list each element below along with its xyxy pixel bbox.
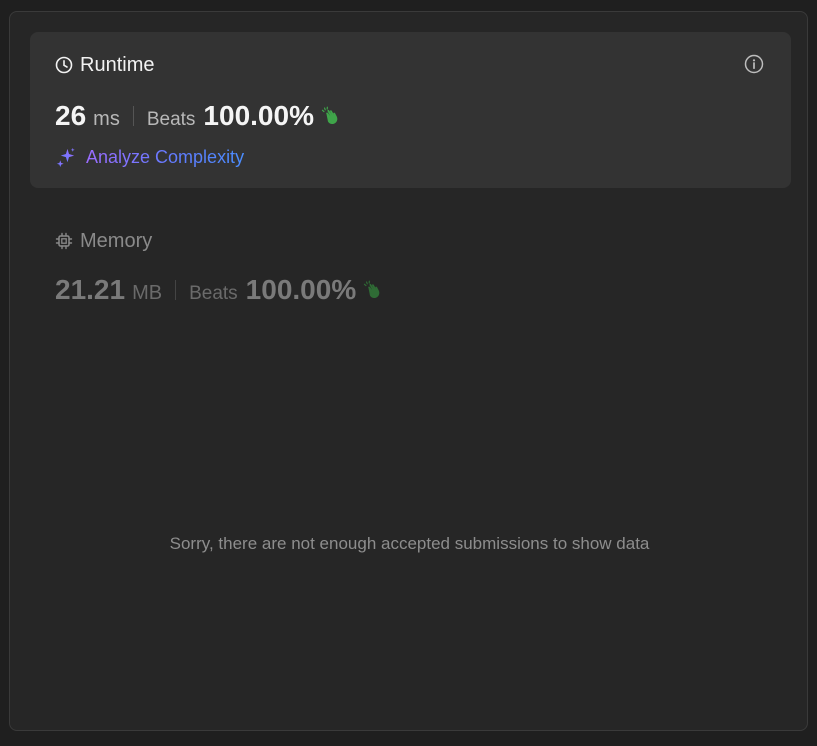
memory-beats-value: 100.00% — [245, 274, 357, 305]
runtime-header: Runtime — [55, 53, 154, 77]
submission-stats-panel: Runtime 26 ms Beats 100.00% Analyze Comp… — [9, 11, 808, 731]
chip-icon — [55, 232, 73, 250]
analyze-complexity-label: Analyze Complexity — [86, 147, 245, 167]
memory-unit: MB — [132, 282, 163, 304]
info-icon[interactable] — [744, 54, 764, 74]
memory-metric-row: 21.21 MB Beats 100.00% — [55, 274, 385, 306]
metric-divider — [132, 106, 134, 126]
runtime-card[interactable]: Runtime 26 ms Beats 100.00% Analyze Comp… — [30, 32, 791, 188]
runtime-metric-row: 26 ms Beats 100.00% — [55, 100, 343, 132]
memory-title: Memory — [80, 230, 153, 252]
sparkle-icon — [56, 147, 75, 168]
runtime-beats-label: Beats — [146, 109, 196, 130]
memory-card[interactable]: Memory 21.21 MB Beats 100.00% — [30, 208, 791, 318]
runtime-value: 26 — [55, 100, 87, 131]
empty-state-message: Sorry, there are not enough accepted sub… — [169, 534, 650, 553]
memory-value: 21.21 — [55, 274, 126, 305]
runtime-beats-value: 100.00% — [203, 100, 314, 131]
clapping-hands-icon — [321, 106, 338, 125]
metric-divider — [175, 280, 177, 300]
memory-beats-label: Beats — [189, 283, 238, 304]
analyze-complexity-button[interactable]: Analyze Complexity — [55, 146, 244, 169]
clapping-hands-icon — [364, 280, 380, 299]
runtime-title: Runtime — [80, 54, 155, 76]
runtime-unit: ms — [93, 108, 120, 130]
clock-icon — [55, 56, 73, 74]
memory-header: Memory — [55, 229, 152, 253]
